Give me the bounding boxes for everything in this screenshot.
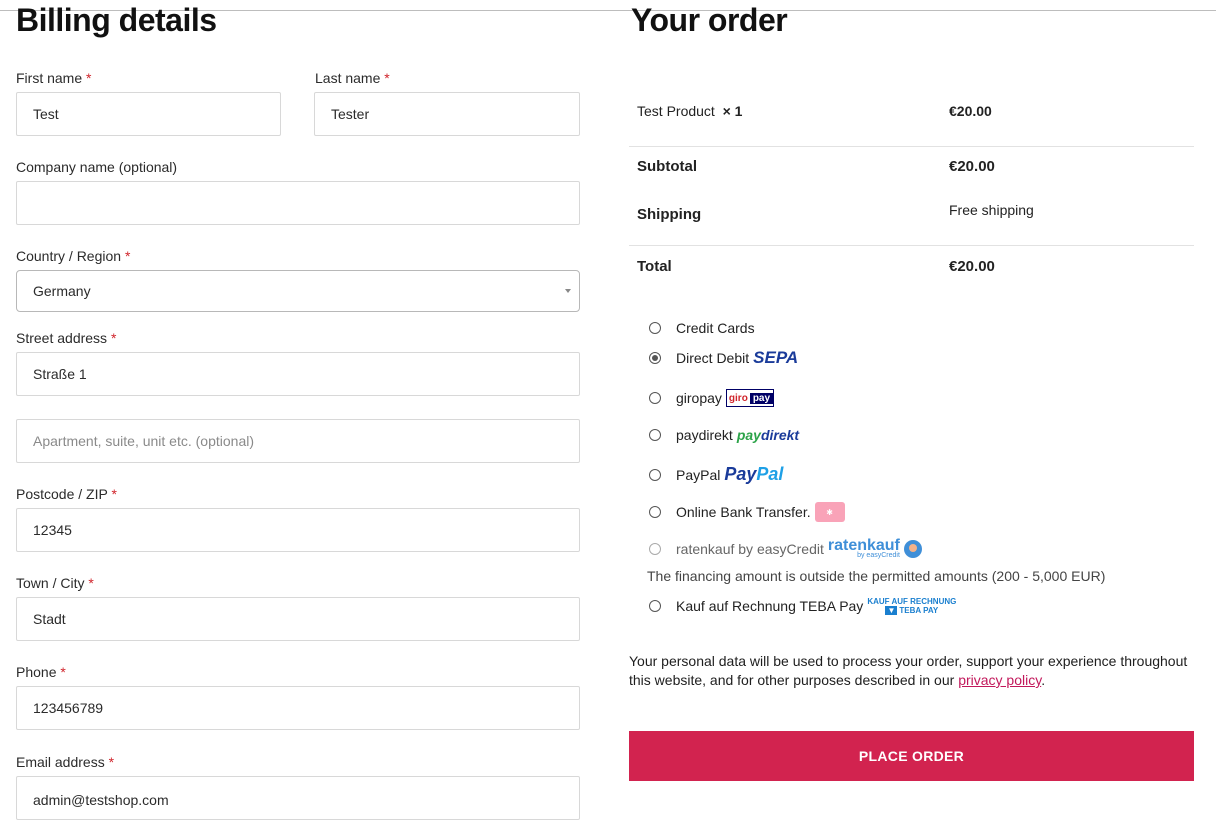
radio-button[interactable] (649, 392, 661, 404)
radio-button[interactable] (649, 600, 661, 613)
payment-option-paypal[interactable]: PayPal Pay Pal (649, 464, 783, 485)
shipping-label: Shipping (637, 206, 702, 223)
privacy-notice: Your personal data will be used to proce… (629, 653, 1188, 688)
payment-option-giropay[interactable]: giropay giro pay (649, 389, 775, 407)
last-name-field[interactable]: Tester (314, 92, 580, 136)
country-label: Country / Region * (16, 248, 131, 264)
shipping-value: Free shipping (949, 202, 1034, 218)
email-field[interactable]: admin@testshop.com (16, 776, 580, 820)
divider (629, 245, 1194, 246)
sepa-logo: SEPA (753, 348, 799, 367)
paydirekt-logo: pay direkt (736, 427, 800, 443)
order-title: Your order (631, 2, 788, 38)
total-label: Total (637, 258, 672, 275)
paypal-logo: Pay Pal (724, 464, 784, 484)
radio-button-checked[interactable] (649, 351, 661, 364)
city-field[interactable]: Stadt (16, 597, 580, 641)
company-label: Company name (optional) (16, 159, 178, 175)
billing-title: Billing details (16, 2, 217, 38)
radio-button[interactable] (649, 322, 661, 334)
ratenkauf-logo: ratenkauf by easyCredit (827, 537, 900, 560)
financing-note: The financing amount is outside the perm… (647, 568, 1106, 584)
postcode-field[interactable]: 12345 (16, 508, 580, 552)
order-product-price: €20.00 (949, 103, 992, 119)
place-order-button[interactable]: PLACE ORDER (629, 731, 1194, 781)
klarna-icon: ✱ (814, 502, 845, 522)
divider (629, 146, 1194, 147)
payment-option-paydirekt[interactable]: paydirekt pay direkt (649, 427, 799, 443)
radio-button[interactable] (649, 429, 661, 441)
subtotal-label: Subtotal (637, 158, 697, 175)
first-name-field[interactable]: Test (16, 92, 281, 136)
company-field[interactable] (16, 181, 580, 225)
last-name-label: Last name * (315, 70, 390, 86)
phone-label: Phone * (16, 664, 66, 680)
privacy-policy-link[interactable]: privacy policy (958, 672, 1041, 688)
country-select[interactable]: Germany (16, 270, 580, 312)
chevron-down-icon (565, 289, 571, 293)
payment-option-ratenkauf[interactable]: ratenkauf by easyCredit ratenkauf by easy… (649, 537, 922, 560)
city-label: Town / City * (16, 575, 94, 591)
teba-pay-logo: KAUF AUF RECHNUNG ▼ TEBA PAY (867, 597, 957, 616)
radio-button-disabled[interactable] (649, 543, 661, 556)
payment-option-teba-pay[interactable]: Kauf auf Rechnung TEBA Pay KAUF AUF RECH… (649, 597, 957, 616)
order-product-name: Test Product × 1 (637, 103, 743, 119)
radio-button[interactable] (649, 468, 661, 481)
street-label: Street address * (16, 330, 117, 346)
postcode-label: Postcode / ZIP * (16, 486, 117, 502)
radio-button[interactable] (649, 506, 661, 518)
apartment-field[interactable]: Apartment, suite, unit etc. (optional) (16, 419, 580, 463)
email-label: Email address * (16, 754, 115, 770)
easycredit-icon (903, 540, 922, 559)
payment-option-credit-cards[interactable]: Credit Cards (649, 320, 755, 336)
payment-option-direct-debit[interactable]: Direct Debit SEPA (649, 349, 798, 366)
payment-option-online-bank-transfer[interactable]: Online Bank Transfer. ✱ (649, 502, 845, 522)
first-name-label: First name * (16, 70, 92, 86)
phone-field[interactable]: 123456789 (16, 686, 580, 730)
total-value: €20.00 (949, 258, 995, 275)
giropay-logo: giro pay (725, 389, 775, 407)
subtotal-value: €20.00 (949, 158, 995, 175)
street-field[interactable]: Straße 1 (16, 352, 580, 396)
